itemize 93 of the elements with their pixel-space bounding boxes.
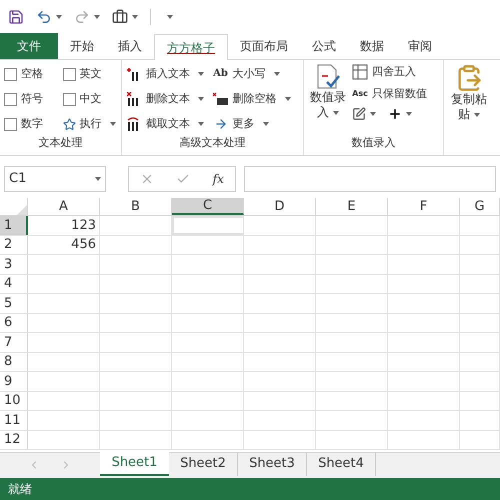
abc-icon: Asc	[352, 90, 368, 98]
row-header[interactable]: 2	[0, 236, 28, 254]
caret-icon	[95, 177, 101, 181]
caret-icon	[333, 110, 339, 115]
row-header[interactable]: 7	[0, 333, 28, 352]
caret-icon	[110, 122, 116, 126]
checkbox[interactable]	[62, 68, 76, 81]
checkbox-label: 符号	[21, 90, 43, 107]
ribbon-button[interactable]: 删除文本	[126, 89, 212, 110]
row-header[interactable]: 4	[0, 274, 28, 293]
checkbox-label: 空格	[21, 66, 43, 82]
group-title: 高级文本处理	[178, 134, 246, 150]
checkbox-label: 中文	[80, 90, 102, 107]
column-header[interactable]: D	[244, 198, 316, 215]
row-header[interactable]: 8	[0, 352, 28, 371]
case-icon: Ab	[213, 69, 228, 80]
row-header[interactable]: 5	[0, 294, 28, 312]
edit-icon[interactable]	[352, 107, 366, 121]
delete-text-icon	[127, 92, 141, 106]
checkbox[interactable]	[4, 92, 17, 106]
caret-icon	[284, 97, 290, 102]
delete-space-icon	[212, 92, 228, 106]
sheet-tab[interactable]: Sheet4	[307, 452, 376, 476]
toolbox-icon[interactable]	[112, 9, 128, 25]
column-header[interactable]: A	[28, 198, 100, 215]
row-header[interactable]: 12	[0, 430, 28, 449]
run-button[interactable]: 执行	[62, 114, 117, 134]
redo-icon[interactable]	[74, 9, 90, 25]
function-button[interactable]: fx	[212, 170, 224, 188]
caret-icon	[94, 15, 100, 19]
star-icon	[62, 118, 76, 131]
column-header[interactable]: C	[172, 198, 244, 215]
sheet-tab[interactable]: Sheet3	[238, 452, 307, 476]
ribbon-button[interactable]: Asc 只保留数值	[352, 86, 427, 102]
caret-icon	[198, 122, 204, 126]
checkbox[interactable]	[4, 118, 17, 131]
plus-icon[interactable]	[388, 107, 402, 121]
save-icon[interactable]	[8, 9, 24, 25]
ribbon-tab[interactable]: 数据	[348, 33, 396, 59]
ribbon-button[interactable]: 更多	[212, 114, 299, 134]
ribbon-button[interactable]: 插入文本	[126, 64, 212, 84]
number-entry-button[interactable]: 数值录入	[308, 64, 348, 134]
group-title: 数值录入	[350, 134, 396, 150]
arrow-icon	[214, 117, 228, 132]
sheet-tab[interactable]: Sheet2	[169, 452, 238, 476]
caret-icon	[274, 72, 280, 76]
ribbon-button[interactable]: 删除空格	[212, 89, 299, 110]
ribbon-tab[interactable]: 页面布局	[228, 33, 300, 59]
insert-text-icon	[127, 67, 141, 82]
caret-icon	[198, 97, 204, 102]
ribbon-button[interactable]: 截取文本	[126, 114, 212, 134]
ribbon-tab[interactable]: 插入	[106, 33, 154, 59]
status-text: 就绪	[8, 481, 32, 498]
row-header[interactable]: 10	[0, 392, 28, 410]
caret-icon	[198, 72, 204, 76]
cell-value: 123	[71, 216, 96, 234]
caret-icon	[474, 112, 480, 117]
ribbon-tab[interactable]: 开始	[58, 33, 106, 59]
checkbox[interactable]	[62, 92, 76, 106]
caret-icon	[167, 15, 173, 19]
active-cell[interactable]	[172, 216, 244, 234]
group-title: 文本处理	[38, 134, 84, 150]
cell-value: 456	[71, 236, 96, 254]
row-header[interactable]: 6	[0, 314, 28, 332]
caret-icon	[56, 15, 62, 19]
checkbox[interactable]	[4, 68, 17, 81]
ribbon-tab[interactable]: 审阅	[396, 33, 444, 59]
column-header[interactable]: G	[460, 198, 500, 215]
ribbon-button[interactable]: 四舍五入	[352, 64, 427, 80]
undo-icon[interactable]	[36, 9, 52, 25]
document-check-icon	[315, 64, 341, 90]
copy-paste-button[interactable]: 复制粘贴	[449, 64, 489, 122]
caret-icon	[370, 112, 376, 116]
checkbox-label: 英文	[80, 66, 102, 82]
caret-icon	[262, 122, 268, 126]
ribbon-tab[interactable]: 方方格子	[154, 34, 228, 60]
row-header[interactable]: 3	[0, 255, 28, 274]
row-header[interactable]: 9	[0, 372, 28, 390]
column-header[interactable]: E	[316, 198, 388, 215]
file-tab[interactable]: 文件	[0, 33, 58, 59]
sheet-tab[interactable]: Sheet1	[100, 452, 169, 476]
caret-icon	[406, 112, 412, 116]
ribbon-button[interactable]: Ab 大小写	[212, 64, 299, 84]
formula-input[interactable]	[244, 166, 496, 192]
table-icon	[352, 64, 368, 80]
ribbon-tab[interactable]: 公式	[300, 33, 348, 59]
checkbox-label: 数字	[21, 116, 43, 132]
name-box[interactable]: C1	[4, 166, 106, 192]
caret-icon	[132, 15, 138, 19]
row-header[interactable]: 11	[0, 411, 28, 430]
row-header[interactable]: 1	[0, 216, 28, 234]
cut-text-icon	[127, 117, 141, 132]
column-header[interactable]: F	[388, 198, 460, 215]
